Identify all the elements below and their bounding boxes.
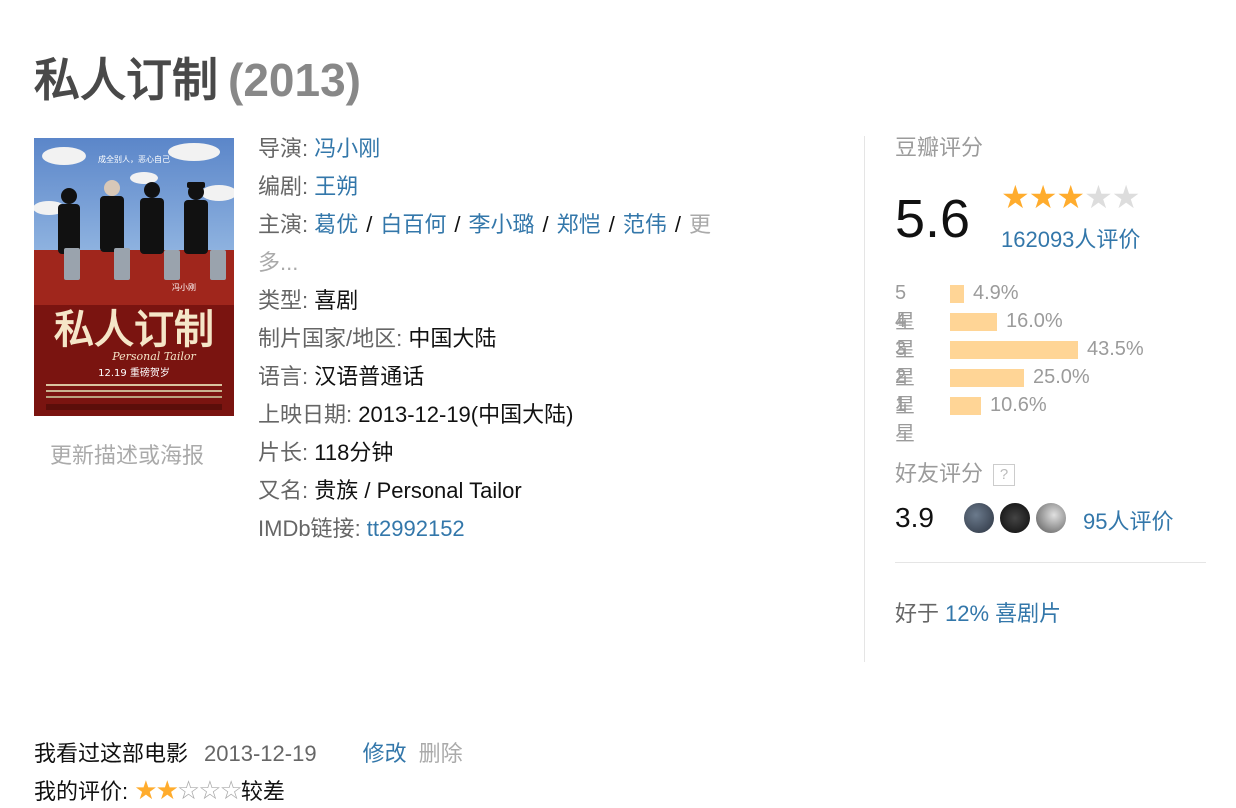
country-value: 中国大陆 xyxy=(408,326,497,351)
info-aka: 又名: 贵族 / Personal Tailor xyxy=(258,478,522,503)
poster-title-cn: 私人订制 xyxy=(54,306,214,353)
rating-dist-bar xyxy=(950,313,997,331)
imdb-link[interactable]: tt2992152 xyxy=(367,516,465,541)
genre-value: 喜剧 xyxy=(314,288,359,313)
help-icon[interactable]: ? xyxy=(993,464,1016,486)
star-empty-icon[interactable]: ☆ xyxy=(220,775,243,805)
info-cast-more-wrap: 多... xyxy=(258,244,748,282)
cast-link[interactable]: 葛优 xyxy=(314,212,358,237)
poster-image: 成全别人，恶心自己 私人订制 Personal Tailor 冯小刚 12.19… xyxy=(34,138,234,416)
better-than: 好于 12% 喜剧片 xyxy=(895,596,1061,628)
info-label: 导演 xyxy=(258,136,303,161)
info-label: 又名 xyxy=(258,478,303,503)
rating-dist-percent: 4.9% xyxy=(973,282,1019,304)
cast-link[interactable]: 李小璐 xyxy=(469,212,535,237)
movie-year: (2013) xyxy=(228,54,361,106)
cast-link[interactable]: 白百何 xyxy=(380,212,446,237)
rating-panel: 豆瓣评分 5.6 ★★★★★ 162093人评价 5星 4.9% 4星 16.0% 3星… xyxy=(895,130,1207,626)
star-filled-icon[interactable]: ★ xyxy=(156,775,179,805)
delete-button[interactable]: 删除 xyxy=(419,741,463,766)
section-divider xyxy=(895,562,1206,563)
my-rating-stars[interactable]: ★★☆☆☆ xyxy=(134,775,243,805)
rating-dist-percent: 16.0% xyxy=(1006,310,1063,332)
language-value: 汉语普通话 xyxy=(314,364,425,389)
friend-rating-title: 好友评分? xyxy=(895,456,1016,488)
star-empty-icon: ★ xyxy=(1084,179,1113,215)
writer-link[interactable]: 王朔 xyxy=(314,174,358,199)
info-label: 编剧 xyxy=(258,174,303,199)
rating-section-title: 豆瓣评分 xyxy=(895,135,984,160)
friend-rating-label: 好友评分 xyxy=(895,461,984,486)
rating-votes-link[interactable]: 162093人评价 xyxy=(1001,222,1140,254)
info-label: 制片国家/地区 xyxy=(258,326,397,351)
vertical-divider xyxy=(864,136,865,662)
rating-dist-label: 1星 xyxy=(895,394,915,445)
info-release: 上映日期: 2013-12-19(中国大陆) xyxy=(258,402,574,427)
star-empty-icon[interactable]: ☆ xyxy=(198,775,221,805)
info-label: 类型 xyxy=(258,288,303,313)
movie-info: 导演: 冯小刚 编剧: 王朔 主演: 葛优 / 白百何 / 李小璐 / 郑恺 / 范伟 / 更 多.… xyxy=(258,130,748,548)
info-label: 上映日期 xyxy=(258,402,347,427)
star-filled-icon: ★ xyxy=(1028,179,1058,215)
rating-dist-bar xyxy=(950,341,1078,359)
better-than-prefix: 好于 xyxy=(895,601,940,626)
aka-value: 贵族 / Personal Tailor xyxy=(314,478,522,503)
rating-dist-percent: 10.6% xyxy=(990,394,1047,416)
cast-more-link-cont[interactable]: 多... xyxy=(258,250,298,275)
edit-button[interactable]: 修改 xyxy=(363,741,407,766)
cast-more-link[interactable]: 更 xyxy=(689,212,711,237)
info-genre: 类型: 喜剧 xyxy=(258,288,359,313)
cast-link[interactable]: 范伟 xyxy=(623,212,667,237)
rating-dist-bar xyxy=(950,369,1024,387)
info-director: 导演: 冯小刚 xyxy=(258,136,381,161)
avatar[interactable] xyxy=(1035,502,1067,534)
rating-stars: ★★★★★ xyxy=(1001,178,1141,216)
star-empty-icon[interactable]: ☆ xyxy=(177,775,200,805)
info-label: 片长 xyxy=(258,440,303,465)
release-value: 2013-12-19(中国大陆) xyxy=(358,402,574,427)
star-empty-icon: ★ xyxy=(1111,179,1141,215)
seen-text: 我看过这部电影 xyxy=(34,741,189,766)
avatar[interactable] xyxy=(963,502,995,534)
info-writer: 编剧: 王朔 xyxy=(258,174,359,199)
rating-dist-bar xyxy=(950,285,964,303)
poster-director: 冯小刚 xyxy=(172,283,196,292)
star-filled-icon[interactable]: ★ xyxy=(134,775,157,805)
info-label: 语言 xyxy=(258,364,303,389)
my-rating-text: 较差 xyxy=(240,779,285,804)
poster-release: 12.19 重磅贺岁 xyxy=(98,366,170,379)
my-rating: 我的评价: ★★☆☆☆较差 xyxy=(34,774,285,806)
avatar[interactable] xyxy=(999,502,1031,534)
movie-title: 私人订制 xyxy=(34,54,218,106)
star-filled-icon: ★ xyxy=(1056,179,1085,215)
friend-score: 3.9 xyxy=(895,502,934,533)
info-country: 制片国家/地区: 中国大陆 xyxy=(258,326,497,351)
info-cast: 主演: 葛优 / 白百何 / 李小璐 / 郑恺 / 范伟 / 更 xyxy=(258,212,711,237)
rating-dist-percent: 43.5% xyxy=(1087,338,1144,360)
rating-dist-bar xyxy=(950,397,981,415)
my-watch-status: 我看过这部电影 2013-12-19 修改 删除 xyxy=(34,736,463,768)
rating-score: 5.6 xyxy=(895,189,971,249)
runtime-value: 118分钟 xyxy=(314,440,394,465)
info-runtime: 片长: 118分钟 xyxy=(258,440,394,465)
info-label: IMDb链接 xyxy=(258,516,355,541)
poster-title-en: Personal Tailor xyxy=(111,350,196,363)
page-title: 私人订制 (2013) xyxy=(34,44,361,110)
my-rating-label: 我的评价: xyxy=(34,779,129,804)
better-than-link[interactable]: 12% 喜剧片 xyxy=(945,601,1061,626)
cast-link[interactable]: 郑恺 xyxy=(557,212,601,237)
rating-dist-percent: 25.0% xyxy=(1033,366,1090,388)
poster-tagline: 成全别人，恶心自己 xyxy=(98,154,170,164)
update-poster-link[interactable]: 更新描述或海报 xyxy=(50,438,204,470)
movie-poster[interactable]: 成全别人，恶心自己 私人订制 Personal Tailor 冯小刚 12.19… xyxy=(34,138,234,416)
seen-date: 2013-12-19 xyxy=(204,741,317,766)
star-filled-icon: ★ xyxy=(1001,179,1030,215)
info-imdb: IMDb链接: tt2992152 xyxy=(258,516,465,541)
info-label: 主演 xyxy=(258,212,303,237)
friend-votes-link[interactable]: 95人评价 xyxy=(1083,504,1173,536)
info-language: 语言: 汉语普通话 xyxy=(258,364,425,389)
director-link[interactable]: 冯小刚 xyxy=(314,136,380,161)
